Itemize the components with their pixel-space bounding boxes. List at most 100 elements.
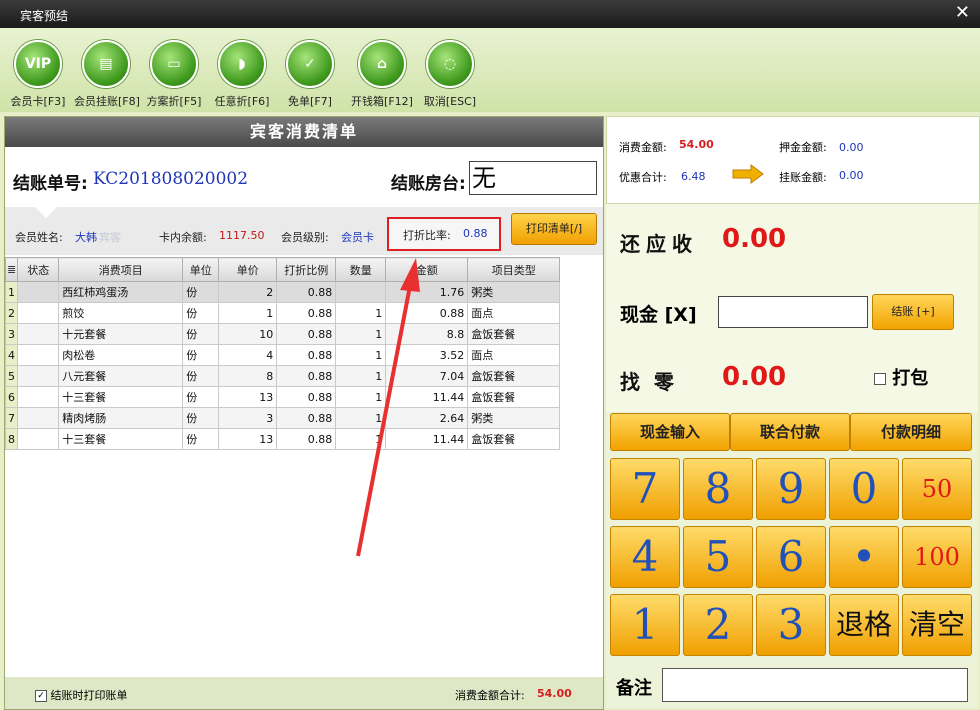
table-cell: 10 (218, 323, 278, 345)
print-list-button[interactable]: 打印清单[/] (511, 213, 597, 245)
cancel-button[interactable]: ◌ 取消[ESC] (418, 40, 482, 109)
credit-label: 挂账金额: (779, 171, 827, 184)
table-cell (17, 386, 60, 408)
toolbar-label: 方案折[F5] (146, 95, 202, 108)
table-cell: 8.8 (385, 323, 469, 345)
member-info: 会员姓名: 大韩 宾客 卡内余额: 1117.50 会员级别: 会员卡 打折比率… (5, 207, 603, 255)
pack-checkbox[interactable]: 打包 (874, 364, 928, 390)
open-cashbox-button[interactable]: ⌂ 开钱箱[F12] (350, 40, 414, 109)
table-cell: 煎饺 (58, 302, 184, 324)
consume-label: 消费金额: (619, 141, 667, 154)
table-cell: 6 (4, 386, 19, 408)
key-4[interactable]: 4 (610, 526, 680, 588)
table-cell: 粥类 (467, 281, 561, 303)
table-cell: 4 (4, 344, 19, 366)
key-1[interactable]: 1 (610, 594, 680, 656)
table-cell: 1 (335, 428, 387, 450)
key-dot[interactable]: • (829, 526, 899, 588)
due-label: 还应收 (620, 232, 698, 256)
table-cell: 8 (218, 365, 278, 387)
table-cell (335, 281, 387, 303)
table-cell: 13 (218, 428, 278, 450)
table-row[interactable]: 4 肉松卷份 4 0.88 1 3.52 面点 (4, 344, 561, 366)
member-credit-button[interactable]: ▤ 会员挂账[F8] (74, 40, 140, 109)
toolbar-label: 会员挂账[F8] (74, 95, 140, 108)
free-discount-button[interactable]: ◗ 任意折[F6] (210, 40, 274, 109)
table-cell: 盒饭套餐 (467, 365, 561, 387)
key-2[interactable]: 2 (683, 594, 753, 656)
table-row[interactable]: 5 八元套餐份 8 0.88 1 7.04 盒饭套餐 (4, 365, 561, 387)
column-header[interactable]: ≣ (4, 257, 19, 282)
column-header[interactable]: 单价 (218, 257, 278, 282)
key-5[interactable]: 5 (683, 526, 753, 588)
remark-input[interactable] (662, 668, 968, 702)
table-cell: 西红柿鸡蛋汤 (58, 281, 184, 303)
key-backspace[interactable]: 退格 (829, 594, 899, 656)
rate-value: 0.88 (463, 227, 488, 240)
table-cell: 盒饭套餐 (467, 323, 561, 345)
vip-card-button[interactable]: VIP 会员卡[F3] (6, 40, 70, 109)
table-cell: 面点 (467, 302, 561, 324)
table-cell: 3.52 (385, 344, 469, 366)
bill-footer: ✓ 结账时打印账单 消费金额合计: 54.00 (5, 677, 603, 709)
column-header[interactable]: 状态 (17, 257, 60, 282)
table-cell: 十三套餐 (58, 386, 184, 408)
column-header[interactable]: 项目类型 (467, 257, 561, 282)
key-6[interactable]: 6 (756, 526, 826, 588)
discount-rate-box: 打折比率: 0.88 (387, 217, 501, 251)
column-header[interactable]: 单位 (182, 257, 220, 282)
key-9[interactable]: 9 (756, 458, 826, 520)
key-8[interactable]: 8 (683, 458, 753, 520)
table-cell: 份 (182, 407, 220, 429)
clipboard-check-icon: ✓ (286, 40, 334, 88)
tab-cash-input[interactable]: 现金输入 (610, 413, 730, 451)
table-cell: 4 (218, 344, 278, 366)
balance-label: 卡内余额: (159, 231, 207, 244)
checkout-button[interactable]: 结账 [+] (872, 294, 954, 330)
checkbox-empty-icon (874, 373, 886, 385)
table-row[interactable]: 8 十三套餐份 13 0.88 1 11.44 盒饭套餐 (4, 428, 561, 450)
table-cell: 1.76 (385, 281, 469, 303)
table-row[interactable]: 7 精肉烤肠份 3 0.88 1 2.64 粥类 (4, 407, 561, 429)
discount-label: 优惠合计: (619, 171, 667, 184)
column-header[interactable]: 数量 (335, 257, 387, 282)
bottle-icon: ◗ (218, 40, 266, 88)
column-header[interactable]: 消费项目 (58, 257, 184, 282)
table-cell: 0.88 (276, 344, 337, 366)
print-on-checkout-checkbox[interactable]: ✓ 结账时打印账单 (35, 687, 128, 703)
free-order-button[interactable]: ✓ 免单[F7] (278, 40, 342, 109)
room-label: 结账房台: (391, 174, 466, 194)
table-cell: 2.64 (385, 407, 469, 429)
column-header[interactable]: 打折比例 (276, 257, 337, 282)
table-cell: 面点 (467, 344, 561, 366)
tab-payment-details[interactable]: 付款明细 (850, 413, 972, 451)
room-field[interactable]: 无 (469, 161, 597, 195)
key-clear[interactable]: 清空 (902, 594, 972, 656)
close-icon[interactable]: ✕ (955, 2, 970, 24)
column-header[interactable]: 金额 (385, 257, 469, 282)
table-cell: 盒饭套餐 (467, 428, 561, 450)
table-row[interactable]: 1 西红柿鸡蛋汤份 2 0.88 1.76 粥类 (4, 281, 561, 303)
key-3[interactable]: 3 (756, 594, 826, 656)
key-100[interactable]: 100 (902, 526, 972, 588)
table-row[interactable]: 2 煎饺份 1 0.88 1 0.88 面点 (4, 302, 561, 324)
change-value: 0.00 (722, 362, 787, 392)
table-cell: 1 (335, 407, 387, 429)
plan-discount-button[interactable]: ▭ 方案折[F5] (142, 40, 206, 109)
table-cell: 精肉烤肠 (58, 407, 184, 429)
pack-label: 打包 (892, 368, 929, 389)
arrow-right-icon (732, 164, 764, 184)
key-50[interactable]: 50 (902, 458, 972, 520)
table-cell: 3 (4, 323, 19, 345)
key-0[interactable]: 0 (829, 458, 899, 520)
summary-box: 消费金额: 54.00 押金金额: 0.00 优惠合计: 6.48 挂账金额: … (606, 116, 980, 204)
table-cell: 0.88 (276, 407, 337, 429)
consume-value: 54.00 (679, 138, 714, 151)
tab-combined-payment[interactable]: 联合付款 (730, 413, 850, 451)
table-cell: 份 (182, 428, 220, 450)
table-row[interactable]: 6 十三套餐份 13 0.88 1 11.44 盒饭套餐 (4, 386, 561, 408)
cash-input[interactable] (718, 296, 868, 328)
key-7[interactable]: 7 (610, 458, 680, 520)
table-row[interactable]: 3 十元套餐份 10 0.88 1 8.8 盒饭套餐 (4, 323, 561, 345)
total-label: 消费金额合计: (455, 689, 525, 702)
